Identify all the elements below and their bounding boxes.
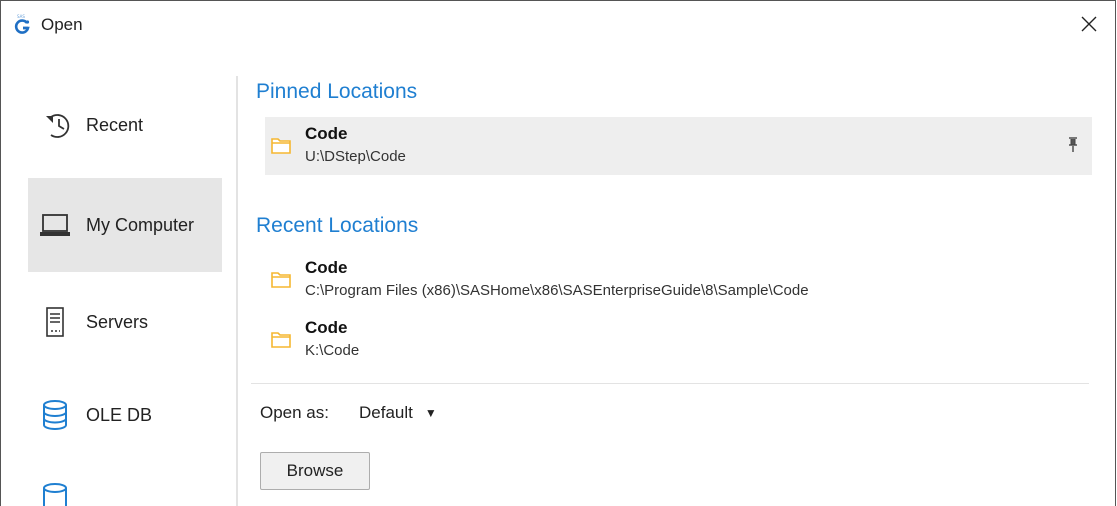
location-name: Code xyxy=(305,318,348,337)
open-as-value: Default xyxy=(359,403,413,422)
pinned-location-item[interactable]: Code U:\DStep\Code xyxy=(265,117,1092,175)
location-name: Code xyxy=(305,124,348,143)
sidebar-item-label: Recent xyxy=(86,114,144,135)
sidebar-item-partial[interactable] xyxy=(28,462,222,506)
location-path: U:\DStep\Code xyxy=(305,148,406,165)
sidebar-item-label: OLE DB xyxy=(86,404,153,425)
sidebar-item-ole-db[interactable]: OLE DB xyxy=(28,368,222,462)
section-divider xyxy=(251,383,1089,384)
svg-text:SAS: SAS xyxy=(17,14,25,19)
sas-eg-icon: SAS xyxy=(13,14,33,36)
browse-button[interactable]: Browse xyxy=(260,452,370,490)
sidebar: Recent My Computer Servers OLE DB xyxy=(1,76,222,506)
recent-history-icon xyxy=(37,107,73,143)
main-panel: Pinned Locations Code U:\DStep\Code Rece… xyxy=(238,1,1117,506)
server-icon xyxy=(37,304,73,340)
open-dialog: SAS Open Recent My Computer Servers OLE … xyxy=(0,0,1116,506)
location-path: K:\Code xyxy=(305,342,360,359)
database-icon xyxy=(37,480,73,506)
recent-location-item[interactable]: Code K:\Code xyxy=(265,311,1092,369)
location-name: Code xyxy=(305,258,348,277)
folder-icon xyxy=(271,137,291,154)
caret-down-icon: ▼ xyxy=(424,406,437,420)
laptop-icon xyxy=(37,207,73,243)
database-icon xyxy=(37,397,73,433)
sidebar-item-recent[interactable]: Recent xyxy=(28,78,222,172)
recent-locations-title: Recent Locations xyxy=(256,214,419,237)
recent-location-item[interactable]: Code C:\Program Files (x86)\SASHome\x86\… xyxy=(265,251,1092,309)
folder-icon xyxy=(271,331,291,348)
location-path: C:\Program Files (x86)\SASHome\x86\SASEn… xyxy=(305,282,809,299)
open-as-label: Open as: xyxy=(260,403,329,422)
sidebar-item-servers[interactable]: Servers xyxy=(28,275,222,369)
open-as-dropdown[interactable]: Default ▼ xyxy=(359,401,437,425)
sidebar-item-my-computer[interactable]: My Computer xyxy=(28,178,222,272)
pinned-locations-title: Pinned Locations xyxy=(256,80,418,103)
sidebar-item-label: My Computer xyxy=(86,214,195,235)
sidebar-item-label: Servers xyxy=(86,311,149,332)
pin-icon[interactable] xyxy=(1068,137,1078,153)
folder-icon xyxy=(271,271,291,288)
window-title: Open xyxy=(41,15,83,34)
